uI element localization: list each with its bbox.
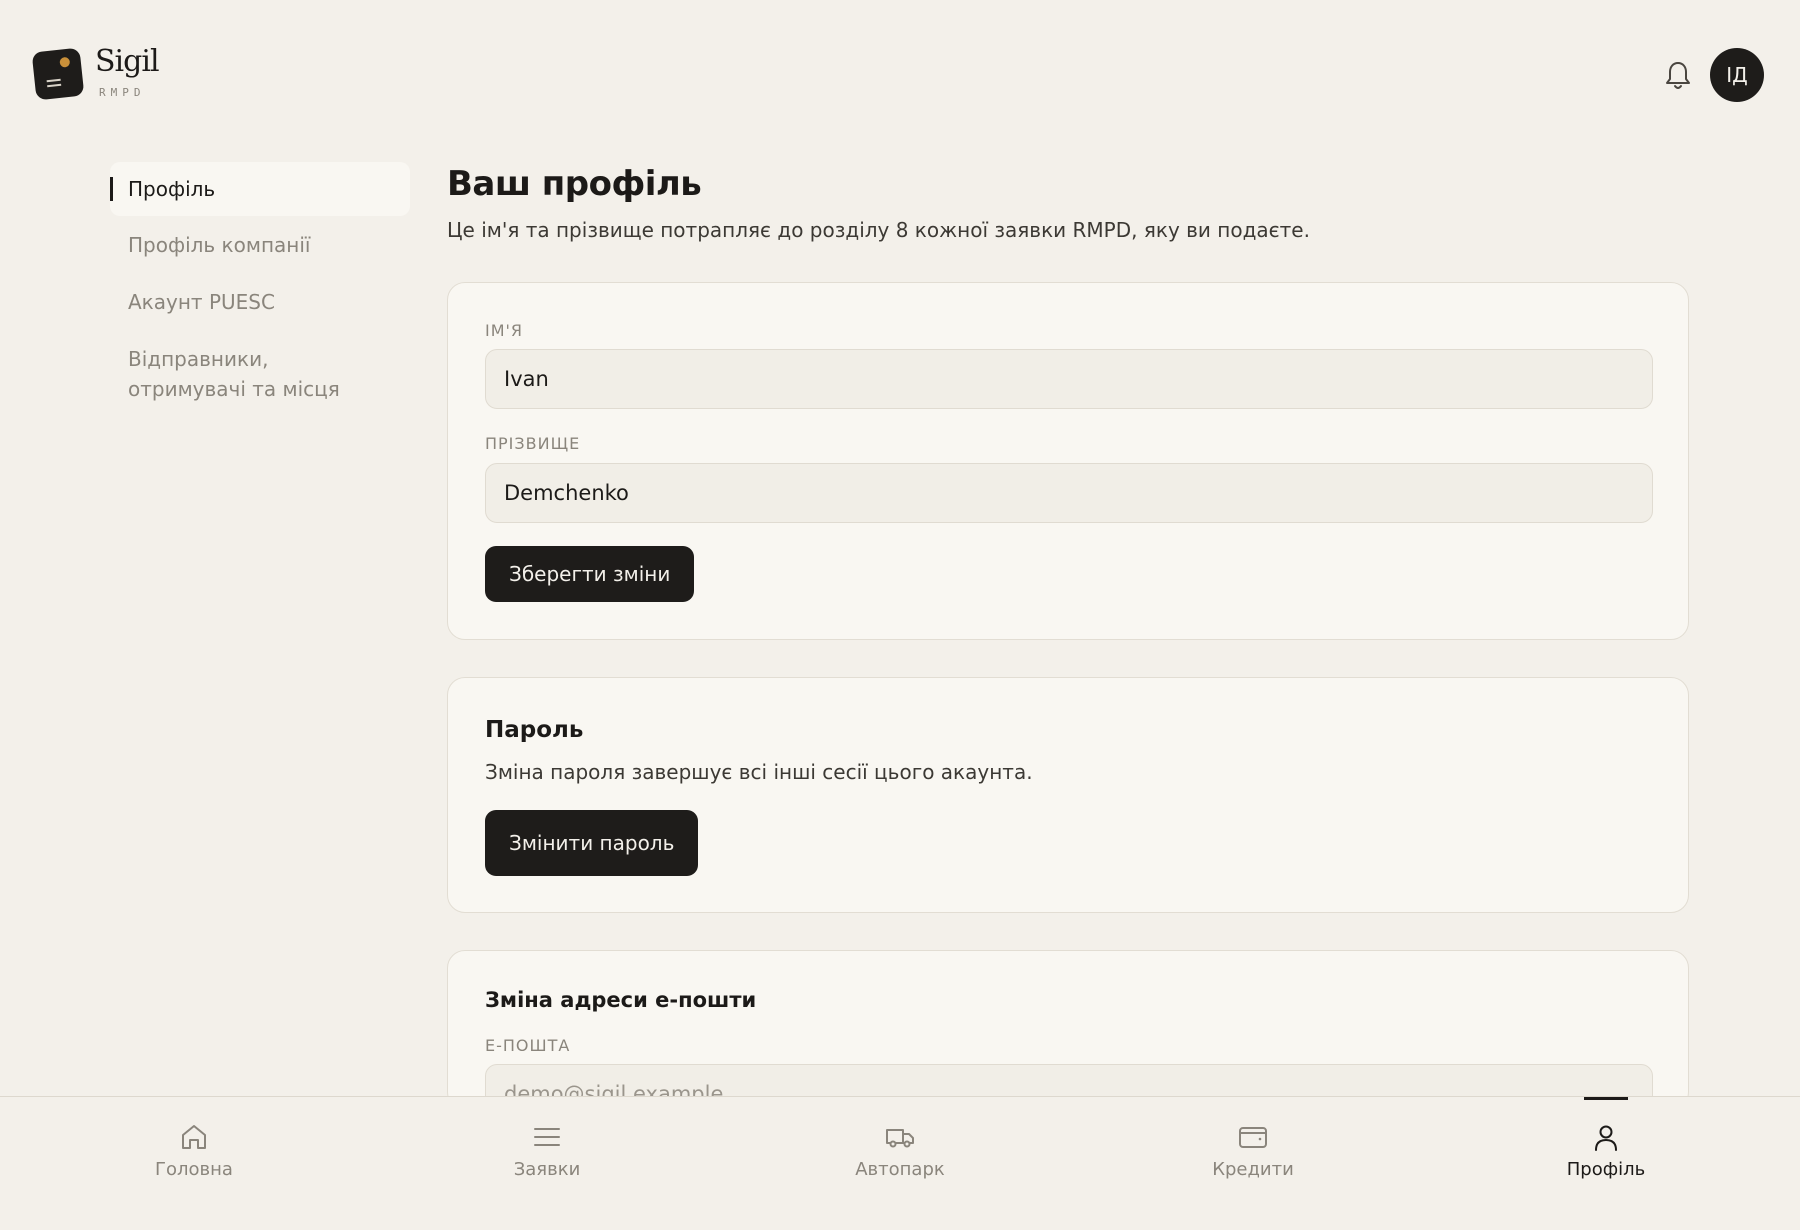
sidebar-item-puesc-account[interactable]: Акаунт PUESC	[110, 287, 410, 317]
app-subtitle: RMPD	[99, 86, 146, 99]
first-name-label: ІМ'Я	[485, 321, 524, 340]
nav-label-home: Головна	[155, 1159, 233, 1180]
nav-item-requests[interactable]: Заявки	[447, 1097, 647, 1230]
email-card: Зміна адреси е-пошти Е-ПОШТА	[447, 950, 1689, 1124]
last-name-field[interactable]	[485, 463, 1653, 523]
password-card: Пароль Зміна пароля завершує всі інші се…	[447, 677, 1689, 913]
password-description: Зміна пароля завершує всі інші сесії цьо…	[485, 760, 1033, 784]
sidebar-item-senders-receivers[interactable]: Відправники, отримувачі та місця	[110, 344, 380, 404]
nav-label-credits: Кредити	[1212, 1159, 1294, 1180]
list-icon	[534, 1128, 560, 1146]
page-subtitle: Це ім'я та прізвище потрапляє до розділу…	[447, 218, 1310, 242]
sidebar-item-profile[interactable]: Профіль	[110, 162, 410, 216]
user-icon	[1595, 1125, 1617, 1151]
logo-icon	[31, 47, 85, 101]
profile-name-card: ІМ'Я ПРІЗВИЩЕ Зберегти зміни	[447, 282, 1689, 640]
nav-item-fleet[interactable]: Автопарк	[800, 1097, 1000, 1230]
password-title: Пароль	[485, 717, 584, 743]
bell-icon[interactable]	[1664, 59, 1692, 91]
settings-sidebar: Профіль Профіль компанії Акаунт PUESC Ві…	[110, 162, 410, 431]
wallet-icon	[1239, 1127, 1267, 1148]
first-name-field[interactable]	[485, 349, 1653, 409]
nav-label-fleet: Автопарк	[855, 1159, 945, 1180]
nav-label-requests: Заявки	[513, 1159, 581, 1180]
sidebar-item-company-profile[interactable]: Профіль компанії	[110, 230, 410, 260]
truck-icon	[886, 1129, 914, 1148]
email-label: Е-ПОШТА	[485, 1036, 571, 1055]
top-bar: Sigil RMPD ІД	[0, 0, 1800, 150]
page-title: Ваш профіль	[447, 164, 702, 204]
save-button[interactable]: Зберегти зміни	[485, 546, 695, 602]
avatar[interactable]: ІД	[1710, 48, 1764, 102]
email-title: Зміна адреси е-пошти	[485, 988, 757, 1012]
nav-item-credits[interactable]: Кредити	[1153, 1097, 1353, 1230]
bottom-nav: Головна Заявки Автопарк Кредити Профіль	[0, 1096, 1800, 1230]
nav-label-profile: Профіль	[1566, 1159, 1646, 1180]
active-indicator	[1584, 1097, 1628, 1100]
change-password-button[interactable]: Змінити пароль	[485, 810, 699, 876]
nav-item-home[interactable]: Головна	[94, 1097, 294, 1230]
last-name-label: ПРІЗВИЩЕ	[485, 434, 581, 453]
nav-item-profile[interactable]: Профіль	[1506, 1097, 1706, 1230]
app-name: Sigil	[95, 44, 160, 79]
home-icon	[182, 1125, 206, 1149]
